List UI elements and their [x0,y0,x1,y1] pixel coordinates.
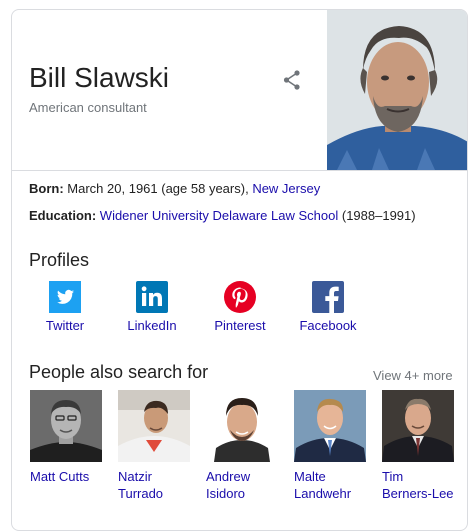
person-name-line1: Matt Cutts [30,469,90,484]
education-link[interactable]: Widener University Delaware Law School [100,208,338,223]
profile-pinterest[interactable]: Pinterest [205,281,275,333]
share-icon[interactable] [280,68,304,92]
entity-name: Bill Slawski [29,62,170,93]
person-name: Malte Landwehr [294,468,372,502]
person-card[interactable]: Andrew Isidoro [206,390,281,502]
profile-facebook[interactable]: Facebook [293,281,363,333]
profile-linkedin-label: LinkedIn [127,318,177,333]
person-name: Andrew Isidoro [206,468,284,502]
panel-header: Bill Slawski American consultant [12,10,467,170]
person-photo [382,390,454,462]
profiles-heading: Profiles [29,250,90,270]
person-name-line1: Tim [382,469,404,484]
people-also-search-heading: People also search for [29,362,209,382]
person-card[interactable]: Matt Cutts [30,390,105,485]
pinterest-icon [224,281,256,313]
birthplace-link[interactable]: New Jersey [252,181,320,196]
fact-education-label: Education: [29,208,97,223]
profile-pinterest-label: Pinterest [214,318,266,333]
person-photo [30,390,102,462]
person-photo [206,390,278,462]
person-name-line2: Landwehr [294,486,352,501]
fact-education-value: (1988–1991) [341,208,416,223]
person-name-line1: Malte [294,469,326,484]
person-name-line2: Berners-Lee [382,486,454,501]
profile-facebook-label: Facebook [299,318,357,333]
person-card[interactable]: Malte Landwehr [294,390,369,502]
knowledge-panel: Bill Slawski American consultant Born: M… [11,9,468,531]
person-card[interactable]: Tim Berners-Lee [382,390,457,502]
fact-born-value: March 20, 1961 (age 58 years), [67,181,249,196]
person-name-line1: Natzir [118,469,152,484]
fact-born-label: Born: [29,181,64,196]
person-name: Natzir Turrado [118,468,196,502]
profile-linkedin[interactable]: LinkedIn [117,281,187,333]
person-photo [294,390,366,462]
entity-description: American consultant [29,100,147,115]
person-name-line2: Turrado [118,486,164,501]
person-photo [118,390,190,462]
entity-photo[interactable] [327,10,467,170]
view-more-link[interactable]: View 4+ more [373,368,453,383]
fact-education: Education: Widener University Delaware L… [29,208,416,223]
header-divider [12,170,467,171]
person-name: Tim Berners-Lee [382,468,460,502]
fact-born: Born: March 20, 1961 (age 58 years), New… [29,181,320,196]
person-name: Matt Cutts [30,468,108,485]
facebook-icon [312,281,344,313]
twitter-icon [49,281,81,313]
profile-twitter-label: Twitter [45,318,85,333]
linkedin-icon [136,281,168,313]
person-name-line2: Isidoro [206,486,246,501]
profile-twitter[interactable]: Twitter [30,281,100,333]
person-name-line1: Andrew [206,469,251,484]
person-card[interactable]: Natzir Turrado [118,390,193,502]
